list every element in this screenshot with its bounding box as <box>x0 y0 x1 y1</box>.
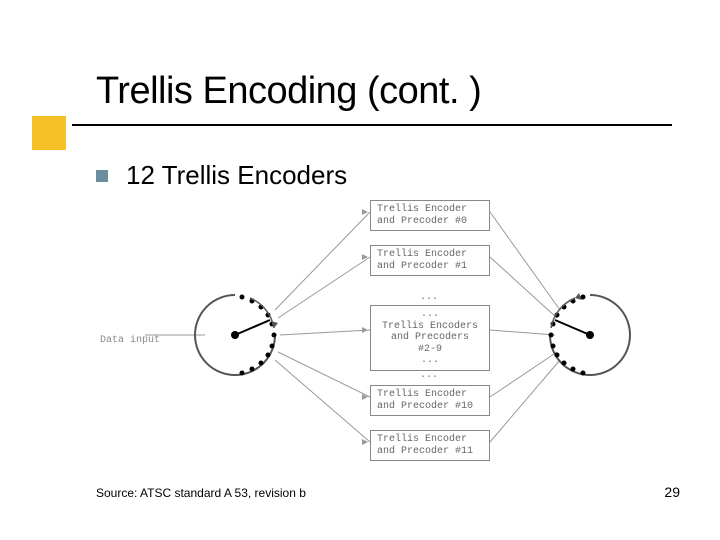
encoder-box-mid-range: #2-9 <box>418 344 442 355</box>
encoder-box-0-line2: and Precoder <box>377 216 449 227</box>
slide-title: Trellis Encoding (cont. ) <box>96 70 481 113</box>
bullet-text: 12 Trellis Encoders <box>126 160 347 191</box>
encoder-box-1-line2: and Precoder <box>377 261 449 272</box>
accent-square-icon <box>32 116 66 150</box>
encoder-box-10-line2: and Precoder <box>377 401 449 412</box>
encoder-box-10-num: #10 <box>455 401 473 412</box>
encoder-box-1-line1: Trellis Encoder <box>377 249 467 260</box>
bullet-square-icon <box>96 170 108 182</box>
encoder-box-11-line2: and Precoder <box>377 446 449 457</box>
page-number: 29 <box>664 484 680 500</box>
encoder-box-1-num: #1 <box>455 261 467 272</box>
slide-header: Trellis Encoding (cont. ) <box>0 52 720 132</box>
encoder-box-mid: ... Trellis Encoders and Precoders #2-9 … <box>370 305 490 371</box>
encoder-box-11: Trellis Encoder and Precoder #11 <box>370 430 490 461</box>
diagram-wires <box>100 200 620 480</box>
encoder-box-11-line1: Trellis Encoder <box>377 434 467 445</box>
encoder-box-0-line1: Trellis Encoder <box>377 204 467 215</box>
header-rule <box>72 124 672 126</box>
ellipsis-bottom: ... <box>420 370 438 381</box>
data-input-label: Data input <box>100 335 160 346</box>
bullet-item: 12 Trellis Encoders <box>96 160 347 191</box>
encoder-box-mid-dots1: ... <box>421 309 439 320</box>
left-switch-icon <box>190 290 280 380</box>
trellis-diagram: Trellis Encoder and Precoder #0 Trellis … <box>100 200 620 480</box>
encoder-box-11-num: #11 <box>455 446 473 457</box>
encoder-box-mid-dots2: ... <box>421 355 439 366</box>
encoder-box-10: Trellis Encoder and Precoder #10 <box>370 385 490 416</box>
encoder-box-0: Trellis Encoder and Precoder #0 <box>370 200 490 231</box>
encoder-box-mid-line2: and Precoders <box>391 332 469 343</box>
slide: Trellis Encoding (cont. ) 12 Trellis Enc… <box>0 0 720 540</box>
footer-source: Source: ATSC standard A 53, revision b <box>96 486 306 500</box>
encoder-box-mid-line1: Trellis Encoders <box>382 321 478 332</box>
right-switch-icon <box>545 290 635 380</box>
encoder-box-1: Trellis Encoder and Precoder #1 <box>370 245 490 276</box>
encoder-box-10-line1: Trellis Encoder <box>377 389 467 400</box>
encoder-box-0-num: #0 <box>455 216 467 227</box>
ellipsis-top: ... <box>420 292 438 303</box>
